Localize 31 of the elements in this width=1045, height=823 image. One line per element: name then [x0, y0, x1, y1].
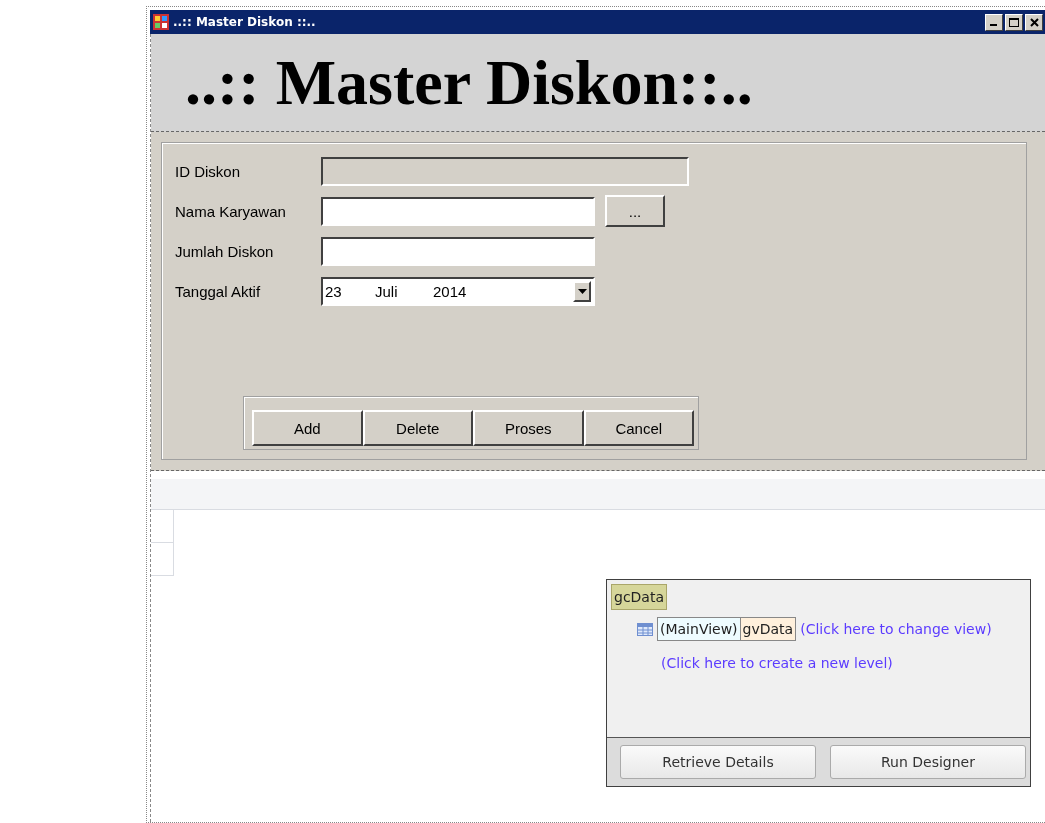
window-title: ..:: Master Diskon ::..: [173, 15, 316, 29]
action-button[interactable]: Cancel: [583, 410, 694, 446]
header-title: ..:: Master Diskon::..: [185, 45, 753, 120]
date-picker[interactable]: 23 Juli 2014: [321, 276, 595, 306]
close-button[interactable]: [1025, 13, 1043, 31]
minimize-button[interactable]: [985, 13, 1003, 31]
app-icon: [153, 14, 169, 30]
view-tag[interactable]: (MainView): [657, 617, 741, 641]
caret-icon: [577, 288, 587, 294]
amount-field[interactable]: [321, 236, 595, 266]
field-label: Tanggal Aktif: [175, 282, 262, 300]
maximize-button[interactable]: [1005, 13, 1023, 31]
table-icon: [637, 622, 653, 636]
action-button[interactable]: Add: [252, 410, 363, 446]
maximize-icon: [1009, 17, 1019, 27]
field-label: ID Diskon: [175, 162, 242, 180]
name-field[interactable]: [321, 196, 595, 226]
action-button[interactable]: Delete: [362, 410, 473, 446]
row-indicator-column: [151, 510, 174, 576]
change-view-link[interactable]: (Click here to change view): [800, 621, 992, 637]
grid-control-tag[interactable]: gcData: [611, 584, 667, 610]
action-button[interactable]: Proses: [473, 410, 584, 446]
browse-button[interactable]: ...: [605, 195, 665, 227]
field-label: Nama Karyawan: [175, 202, 287, 220]
designer-button[interactable]: Retrieve Details: [620, 745, 816, 779]
new-level-link[interactable]: (Click here to create a new level): [661, 655, 893, 671]
view-name-tag[interactable]: gvData: [740, 617, 797, 641]
designer-button[interactable]: Run Designer: [830, 745, 1026, 779]
field-label: Jumlah Diskon: [175, 242, 275, 260]
dropdown-button[interactable]: [573, 280, 591, 302]
close-icon: [1029, 17, 1039, 27]
